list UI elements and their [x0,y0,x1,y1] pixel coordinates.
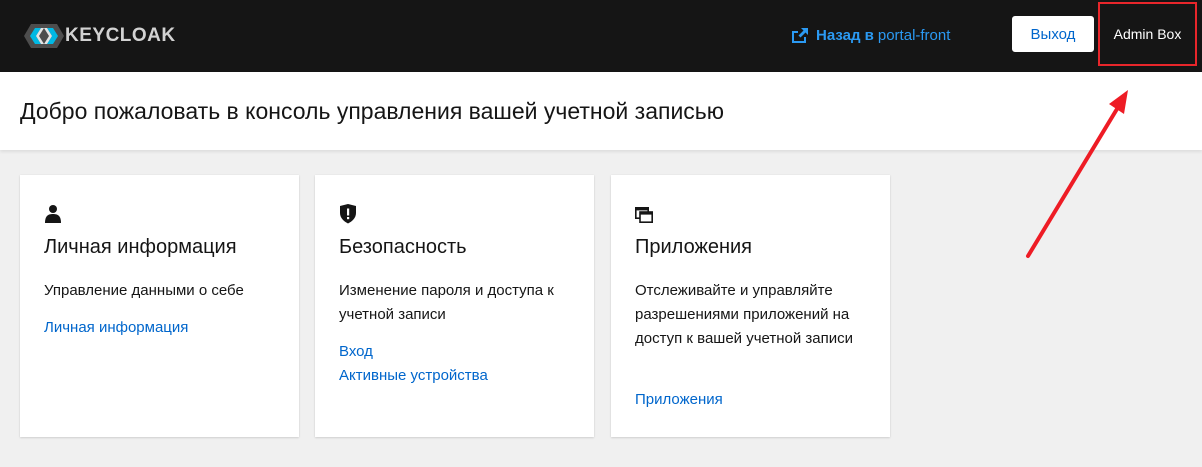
keycloak-logo[interactable]: KEYCLOAK [24,23,176,49]
masthead: KEYCLOAK Назад в portal-front Выход Admi… [0,0,1202,72]
back-to-app-link[interactable]: Назад в portal-front [791,24,950,46]
page-header: Добро пожаловать в консоль управления ва… [0,72,1202,150]
keycloak-logo-text: KEYCLOAK [65,25,176,46]
back-link-app-name: portal-front [877,26,951,44]
personal-info-link[interactable]: Личная информация [44,319,188,336]
user-menu[interactable]: Admin Box [1098,2,1197,66]
logout-button[interactable]: Выход [1012,16,1094,52]
applications-link[interactable]: Приложения [635,391,723,408]
card-title: Безопасность [339,236,467,258]
shield-icon [340,204,356,224]
card-description: Отслеживайте и управляйте разрешениями п… [635,282,854,347]
card-title: Приложения [635,236,753,258]
active-devices-link[interactable]: Активные устройства [339,367,488,384]
signin-link[interactable]: Вход [339,343,373,360]
card-title: Личная информация [44,236,237,258]
keycloak-logo-icon [24,24,64,48]
card-description: Изменение пароля и доступа к учетной зап… [339,282,554,323]
back-link-label: Назад в [816,26,874,44]
card-applications: Приложения Отслеживайте и управляйте раз… [611,175,890,437]
applications-icon [635,206,653,223]
user-icon [45,205,61,223]
user-name: Admin Box [1113,26,1182,42]
card-description: Управление данными о себе [44,282,244,299]
card-security: Безопасность Изменение пароля и доступа … [315,175,594,437]
card-personal-info: Личная информация Управление данными о с… [20,175,299,437]
page-title: Добро пожаловать в консоль управления ва… [20,98,725,124]
external-link-icon [792,27,808,43]
